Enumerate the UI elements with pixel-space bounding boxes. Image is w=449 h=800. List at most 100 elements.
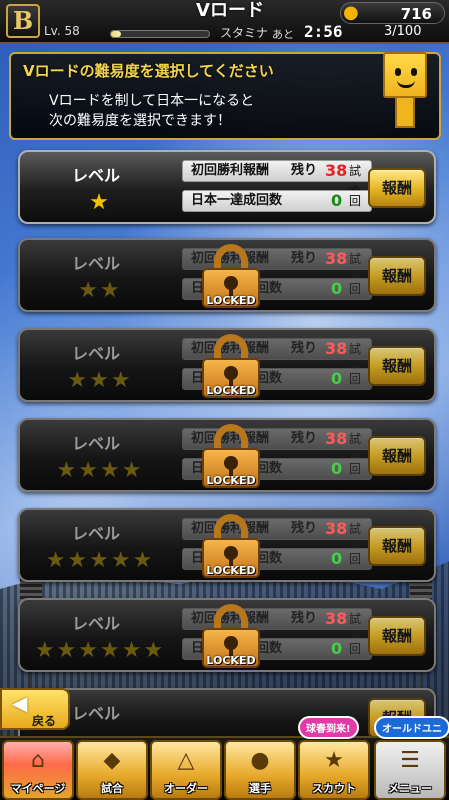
- team-logo[interactable]: B: [6, 4, 40, 38]
- locked-label: LOCKED: [206, 654, 256, 667]
- championship-count: 0: [331, 279, 343, 298]
- mascot-character: [383, 52, 427, 134]
- coin-value: 716: [400, 5, 432, 23]
- field-icon: △: [177, 748, 195, 773]
- difficulty-row-level-4[interactable]: レベル★★★★ 初回勝利報酬 残り 38 試合 日本一達成回数 0 回 報酬 L…: [18, 418, 436, 492]
- nav-label: 選手: [249, 782, 271, 795]
- nav-badge: オールドユニ: [374, 716, 449, 739]
- row-level-label: レベル: [72, 254, 121, 273]
- difficulty-row-level-3[interactable]: レベル★★★ 初回勝利報酬 残り 38 試合 日本一達成回数 0 回 報酬 LO…: [18, 328, 436, 402]
- locked-label: LOCKED: [206, 474, 256, 487]
- player-icon: ●: [250, 748, 270, 773]
- difficulty-stars-icon: ★★★★★★: [34, 638, 166, 663]
- nav-scout[interactable]: ★ スカウト 球春到来!: [298, 716, 370, 800]
- row-level-label: レベル: [72, 524, 121, 543]
- remaining-label: 残り: [291, 611, 318, 626]
- remaining-label: 残り: [291, 431, 318, 446]
- remaining-label: 残り: [291, 163, 318, 178]
- player-level: Lv. 58: [44, 24, 80, 38]
- nav-game[interactable]: ◆ 試合: [76, 740, 148, 800]
- remaining-label: 残り: [291, 341, 318, 356]
- remaining-games: 38: [325, 609, 348, 628]
- info-text-line2: 次の難易度を選択できます！: [49, 113, 231, 129]
- level-progress-fill: [111, 31, 121, 37]
- info-title: Vロードの難易度を選択してください: [23, 62, 274, 80]
- padlock-icon: LOCKED: [200, 514, 262, 584]
- reward-button[interactable]: 報酬: [368, 616, 426, 656]
- bottom-nav: ⌂ マイページ ◆ 試合 △ オーダー ● 選手 ★ スカウト 球春到来! ☰ メニュー オールドユニ: [0, 716, 449, 800]
- nav-menu[interactable]: ☰ メニュー オールドユニ: [374, 716, 449, 800]
- stamina-label: スタミナ: [220, 26, 269, 40]
- padlock-icon: LOCKED: [200, 604, 262, 674]
- times-unit: 回: [349, 462, 362, 476]
- nav-label: スカウト: [312, 782, 356, 795]
- recovery-label: あと: [272, 28, 294, 41]
- difficulty-row-level-2[interactable]: レベル★★ 初回勝利報酬 残り 38 試合 日本一達成回数 0 回 報酬 LOC…: [18, 238, 436, 312]
- back-button[interactable]: ◀ 戻る: [0, 688, 70, 730]
- remaining-games: 38: [325, 429, 348, 448]
- house-icon: ⌂: [31, 748, 45, 773]
- back-arrow-icon: ◀: [12, 691, 28, 715]
- difficulty-row-level-6[interactable]: レベル★★★★★★ 初回勝利報酬 残り 38 試合 日本一達成回数 0 回 報酬…: [18, 598, 436, 672]
- times-unit: 回: [349, 194, 362, 208]
- padlock-icon: LOCKED: [200, 244, 262, 314]
- difficulty-row-level-1[interactable]: レベル ★ 初回勝利報酬 残り 38 試合 日本一達成回数 0 回 報酬: [18, 150, 436, 224]
- coin-counter[interactable]: ● 716: [340, 2, 445, 24]
- locked-label: LOCKED: [206, 564, 256, 577]
- nav-label: マイページ: [10, 782, 66, 795]
- remaining-games: 38: [325, 161, 348, 180]
- nav-label: オーダー: [164, 782, 208, 795]
- padlock-icon: LOCKED: [200, 424, 262, 494]
- locked-label: LOCKED: [206, 294, 256, 307]
- nav-order[interactable]: △ オーダー: [150, 740, 222, 800]
- level-progress-bar: [110, 30, 210, 38]
- times-unit: 回: [349, 552, 362, 566]
- first-win-label: 初回勝利報酬: [191, 163, 270, 178]
- nav-mypage[interactable]: ⌂ マイページ: [2, 740, 74, 800]
- times-unit: 回: [349, 372, 362, 386]
- row-level-label: レベル: [72, 166, 121, 185]
- championship-count: 0: [331, 549, 343, 568]
- info-panel: Vロードの難易度を選択してください Vロードを制して日本一になると 次の難易度を…: [9, 52, 441, 140]
- first-win-reward-cell: 初回勝利報酬 残り 38 試合: [182, 160, 372, 198]
- remaining-games: 38: [325, 519, 348, 538]
- padlock-icon: LOCKED: [200, 334, 262, 404]
- row-level-label: レベル: [72, 614, 121, 633]
- row-level-label: レベル: [72, 434, 121, 453]
- stamina-value: 3/100: [384, 24, 422, 39]
- reward-button[interactable]: 報酬: [368, 346, 426, 386]
- championship-count: 0: [331, 639, 343, 658]
- championship-count: 0: [331, 191, 343, 210]
- remaining-games: 38: [325, 249, 348, 268]
- row-level-label: レベル: [72, 704, 121, 723]
- reward-button[interactable]: 報酬: [368, 256, 426, 296]
- menu-icon: ☰: [400, 748, 420, 773]
- remaining-games: 38: [325, 339, 348, 358]
- nav-players[interactable]: ● 選手: [224, 740, 296, 800]
- times-unit: 回: [349, 282, 362, 296]
- stamina-timer: 2:56: [304, 22, 343, 41]
- locked-label: LOCKED: [206, 384, 256, 397]
- remaining-label: 残り: [291, 251, 318, 266]
- page-title: Vロード: [196, 0, 264, 21]
- back-label: 戻る: [32, 714, 57, 728]
- difficulty-stars-icon: ★★★★★: [45, 548, 155, 573]
- baseball-diamond-icon: ◆: [103, 748, 121, 773]
- championship-count: 0: [331, 369, 343, 388]
- coin-bag-icon: ●: [343, 2, 359, 23]
- remaining-label: 残り: [291, 521, 318, 536]
- reward-button[interactable]: 報酬: [368, 526, 426, 566]
- reward-button[interactable]: 報酬: [368, 436, 426, 476]
- nav-label: 試合: [101, 782, 123, 795]
- difficulty-row-level-5[interactable]: レベル★★★★★ 初回勝利報酬 残り 38 試合 日本一達成回数 0 回 報酬 …: [18, 508, 436, 582]
- info-text-line1: Vロードを制して日本一になると: [49, 93, 255, 109]
- championship-label: 日本一達成回数: [191, 193, 283, 208]
- row-level-label: レベル: [72, 344, 121, 363]
- nav-label: メニュー: [388, 782, 432, 795]
- championship-count: 0: [331, 459, 343, 478]
- reward-button[interactable]: 報酬: [368, 168, 426, 208]
- difficulty-stars-icon: ★★★: [67, 368, 133, 393]
- difficulty-stars-icon: ★★: [78, 278, 122, 303]
- scout-icon: ★: [324, 748, 344, 773]
- nav-badge: 球春到来!: [298, 716, 359, 739]
